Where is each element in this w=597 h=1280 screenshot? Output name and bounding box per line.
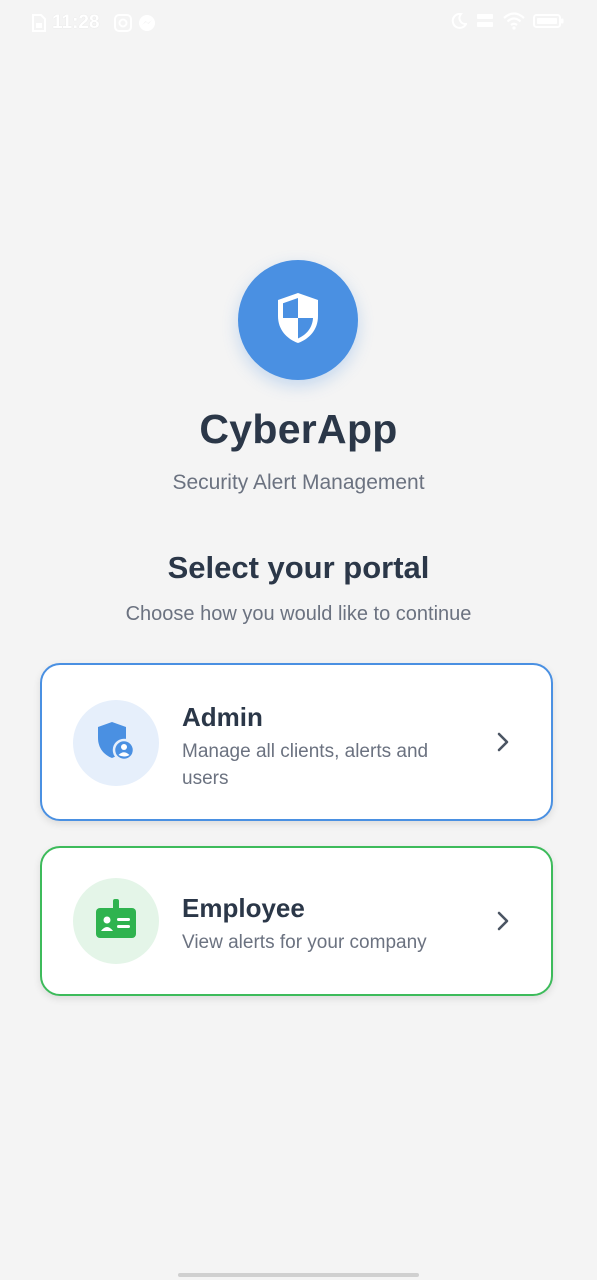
admin-card-title: Admin <box>182 702 263 732</box>
admin-icon-container <box>73 700 159 786</box>
status-bar-right <box>451 12 565 30</box>
admin-shield-user-icon <box>94 719 138 768</box>
chevron-right-icon <box>495 731 511 753</box>
instagram-icon <box>113 14 132 32</box>
employee-portal-card[interactable]: Employee View alerts for your company <box>40 846 553 996</box>
sim-card-icon <box>32 14 46 32</box>
status-bar-left: 11:28 <box>32 12 156 34</box>
admin-portal-card[interactable]: Admin Manage all clients, alerts and use… <box>40 663 553 821</box>
messenger-icon <box>138 14 156 32</box>
home-indicator[interactable] <box>178 1273 419 1277</box>
shield-icon <box>274 290 322 351</box>
admin-card-description: Manage all clients, alerts and users <box>182 741 429 789</box>
id-badge-icon <box>93 896 139 947</box>
network-speed-icon <box>475 12 495 30</box>
employee-card-title: Employee <box>182 893 305 923</box>
portal-subtitle: Choose how you would like to continue <box>125 603 472 625</box>
battery-icon <box>533 13 565 29</box>
app-subtitle: Security Alert Management <box>172 471 425 494</box>
chevron-right-icon <box>495 910 511 932</box>
portal-title: Select your portal <box>167 550 430 585</box>
app-title: CyberApp <box>199 406 398 452</box>
moon-icon <box>451 13 467 29</box>
status-time: 11:28 <box>52 12 100 33</box>
wifi-icon <box>503 12 525 30</box>
status-bar: 11:28 <box>0 0 597 48</box>
employee-card-description: View alerts for your company <box>182 932 427 953</box>
employee-icon-container <box>73 878 159 964</box>
app-logo <box>238 260 358 380</box>
